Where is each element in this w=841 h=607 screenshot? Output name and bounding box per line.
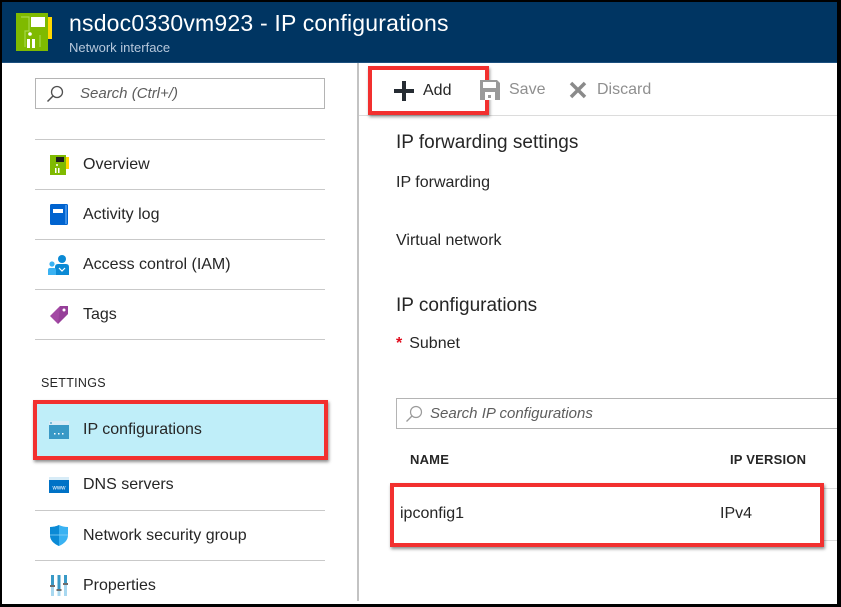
sidebar-item-label: Properties [83, 576, 156, 594]
plus-icon [393, 80, 415, 102]
subnet-label-text: Subnet [409, 335, 460, 352]
sidebar-item-network-security-group[interactable]: Network security group [35, 510, 325, 560]
network-interface-icon [48, 154, 70, 176]
search-icon [46, 85, 64, 103]
virtual-network-label: Virtual network [396, 232, 502, 249]
sidebar-item-label: Overview [83, 155, 150, 173]
add-button[interactable]: Add [368, 66, 489, 115]
save-icon [479, 79, 501, 101]
save-button-label: Save [509, 81, 546, 98]
table-header: NAME IP VERSION [396, 438, 837, 478]
required-indicator: * [396, 335, 403, 352]
sidebar-item-label: Tags [83, 305, 117, 323]
main-content: Add Save Discard IP forwarding settings … [359, 63, 837, 604]
sidebar-item-label: DNS servers [83, 476, 174, 493]
subnet-label: * Subnet [396, 335, 460, 353]
ip-configurations-search-input[interactable]: Search IP configurations [396, 398, 837, 429]
sidebar: Search (Ctrl+/) Overview Activity log Ac… [2, 63, 358, 604]
access-control-icon [48, 254, 70, 276]
dns-servers-icon: www [48, 474, 70, 496]
ip-configurations-table: NAME IP VERSION ipconfig1 IPv4 [390, 438, 837, 547]
settings-section-header: SETTINGS [41, 376, 106, 390]
blade: nsdoc0330vm923 - IP configurations Netwo… [2, 2, 837, 604]
sidebar-nav: Overview Activity log Access control (IA… [35, 139, 325, 340]
sidebar-item-dns-servers[interactable]: www DNS servers [35, 460, 325, 510]
sidebar-item-properties[interactable]: Properties [35, 560, 325, 604]
shield-icon [48, 525, 70, 547]
sidebar-item-label: Network security group [83, 526, 247, 544]
sidebar-item-overview[interactable]: Overview [35, 139, 325, 189]
page-title: nsdoc0330vm923 - IP configurations [69, 10, 449, 36]
properties-icon [48, 575, 70, 597]
ip-forwarding-label: IP forwarding [396, 174, 490, 191]
search-placeholder: Search IP configurations [430, 405, 593, 422]
ip-configurations-heading: IP configurations [396, 295, 538, 316]
add-button-label: Add [423, 81, 452, 99]
blade-header: nsdoc0330vm923 - IP configurations Netwo… [2, 2, 837, 63]
cell-name: ipconfig1 [400, 505, 465, 522]
table-row[interactable]: ipconfig1 IPv4 [390, 483, 824, 547]
settings-nav: IP configurations www DNS servers Networ… [33, 400, 328, 604]
column-header-name[interactable]: NAME [410, 452, 449, 467]
command-bar: Add Save Discard [359, 63, 837, 116]
activity-log-icon [48, 204, 70, 226]
sidebar-item-activity-log[interactable]: Activity log [35, 189, 325, 239]
close-icon [567, 79, 589, 101]
cell-ip-version: IPv4 [720, 505, 753, 522]
svg-text:www: www [52, 486, 67, 492]
column-header-ip-version[interactable]: IP VERSION [730, 452, 806, 467]
sidebar-item-label: Access control (IAM) [83, 255, 231, 273]
sidebar-item-tags[interactable]: Tags [35, 289, 325, 339]
sidebar-item-label: Activity log [83, 205, 160, 223]
ip-configurations-icon [48, 419, 70, 441]
ip-forwarding-settings-heading: IP forwarding settings [396, 132, 579, 153]
discard-button[interactable]: Discard [567, 76, 651, 104]
sidebar-item-label: IP configurations [83, 421, 202, 438]
sidebar-item-ip-configurations[interactable]: IP configurations [33, 400, 328, 460]
page-subtitle: Network interface [69, 40, 171, 55]
divider [35, 339, 325, 340]
discard-button-label: Discard [597, 81, 652, 98]
save-button[interactable]: Save [479, 76, 545, 104]
search-icon [405, 405, 423, 423]
sidebar-search-input[interactable]: Search (Ctrl+/) [35, 78, 325, 109]
network-interface-icon [16, 13, 52, 51]
search-placeholder: Search (Ctrl+/) [80, 85, 178, 102]
tag-icon [48, 304, 70, 326]
sidebar-item-access-control[interactable]: Access control (IAM) [35, 239, 325, 289]
